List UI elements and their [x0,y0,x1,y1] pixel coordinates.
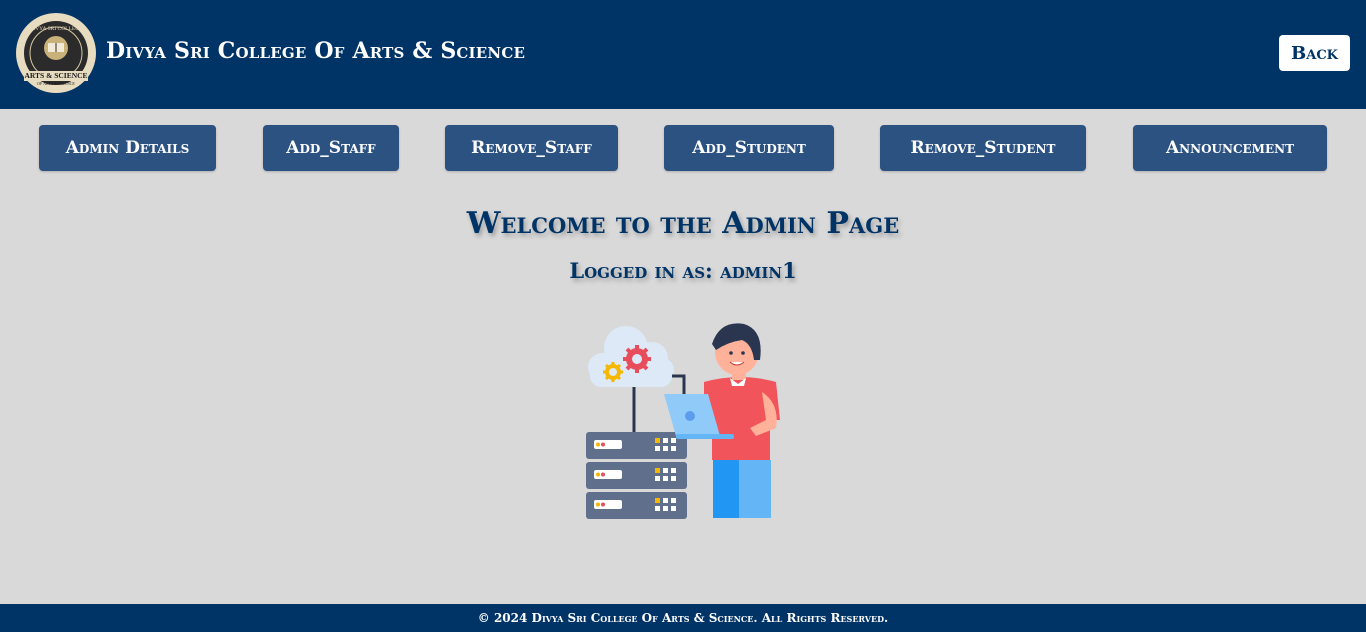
nav-add-student-button[interactable]: Add_Student [664,125,834,171]
college-logo: ARTS & SCIENCE OF ARTS & SCIENCE DIVYA S… [16,13,96,93]
footer-copyright: © 2024 Divya Sri College Of Arts & Scien… [477,611,889,625]
nav-add-staff-button[interactable]: Add_Staff [263,125,399,171]
svg-text:ARTS & SCIENCE: ARTS & SCIENCE [24,71,87,80]
nav-admin-details-button[interactable]: Admin Details [39,125,216,171]
svg-text:DIVYA SRI COLLEGE: DIVYA SRI COLLEGE [29,26,83,32]
footer-bar: © 2024 Divya Sri College Of Arts & Scien… [0,604,1366,632]
nav-remove-student-button[interactable]: Remove_Student [880,125,1086,171]
welcome-heading: Welcome to the Admin Page [466,206,900,241]
svg-text:OF ARTS & SCIENCE: OF ARTS & SCIENCE [37,81,75,86]
logged-in-heading: Logged in as: admin1 [569,258,797,283]
admin-illustration [586,323,780,519]
college-name: Divya Sri College Of Arts & Science [106,38,526,64]
back-button[interactable]: Back [1279,35,1350,71]
server-rack-icon [586,432,687,519]
nav-announcement-button[interactable]: Announcement [1133,125,1327,171]
nav-remove-staff-button[interactable]: Remove_Staff [445,125,618,171]
header-bar: ARTS & SCIENCE OF ARTS & SCIENCE DIVYA S… [0,0,1366,109]
